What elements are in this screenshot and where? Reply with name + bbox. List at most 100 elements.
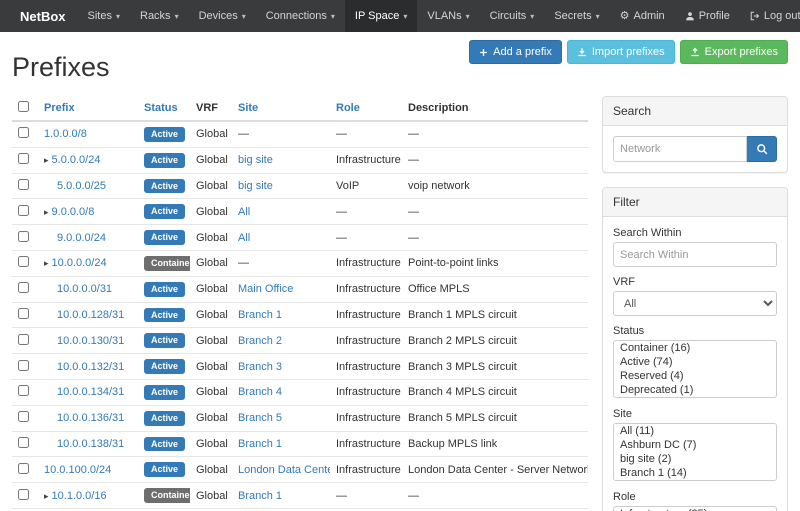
row-checkbox[interactable] xyxy=(18,282,29,293)
prefix-link[interactable]: 5.0.0.0/24 xyxy=(52,154,101,166)
row-checkbox[interactable] xyxy=(18,256,29,267)
site-link[interactable]: Branch 4 xyxy=(238,386,282,398)
status-filter-select[interactable]: Container (16)Active (74)Reserved (4)Dep… xyxy=(613,340,777,398)
column-sort-link-site[interactable]: Site xyxy=(238,102,258,114)
search-within-input[interactable] xyxy=(613,242,777,267)
filter-option-ashburn-dc-7[interactable]: Ashburn DC (7) xyxy=(614,438,776,452)
row-checkbox[interactable] xyxy=(18,489,29,500)
site-link[interactable]: All xyxy=(238,232,250,244)
status-badge: Active xyxy=(144,333,185,348)
site-link[interactable]: All xyxy=(238,206,250,218)
column-sort-link-role[interactable]: Role xyxy=(336,102,360,114)
filter-option-deprecated-1[interactable]: Deprecated (1) xyxy=(614,383,776,397)
expand-toggle-icon[interactable]: ▸ xyxy=(44,207,49,217)
nav-item-devices[interactable]: Devices▾ xyxy=(189,0,256,32)
site-link[interactable]: Branch 1 xyxy=(238,438,282,450)
site-link[interactable]: Branch 3 xyxy=(238,361,282,373)
table-row: ▸9.0.0.0/8ActiveGlobalAll—— xyxy=(12,199,588,225)
row-checkbox[interactable] xyxy=(18,334,29,345)
prefix-link[interactable]: 1.0.0.0/8 xyxy=(44,128,87,140)
filter-option-active-74[interactable]: Active (74) xyxy=(614,355,776,369)
column-sort-link-status[interactable]: Status xyxy=(144,102,178,114)
status-badge: Active xyxy=(144,385,185,400)
role-cell: Infrastructure xyxy=(330,405,402,431)
filter-option-infrastructure-25[interactable]: Infrastructure (25) xyxy=(614,507,776,511)
search-button[interactable] xyxy=(747,136,777,162)
site-link[interactable]: Branch 5 xyxy=(238,412,282,424)
row-checkbox[interactable] xyxy=(18,179,29,190)
site-link[interactable]: Branch 1 xyxy=(238,309,282,321)
prefix-link[interactable]: 9.0.0.0/8 xyxy=(52,206,95,218)
prefix-link[interactable]: 10.0.0.128/31 xyxy=(57,309,124,321)
table-row: ▸10.0.0.0/24ContainerGlobal—Infrastructu… xyxy=(12,250,588,276)
prefix-link[interactable]: 9.0.0.0/24 xyxy=(57,232,106,244)
prefix-link[interactable]: 10.0.0.134/31 xyxy=(57,386,124,398)
column-sort-link-prefix[interactable]: Prefix xyxy=(44,102,75,114)
column-header-status: Status xyxy=(138,96,190,121)
select-all-checkbox[interactable] xyxy=(18,101,29,112)
site-link[interactable]: Main Office xyxy=(238,283,293,295)
row-checkbox[interactable] xyxy=(18,205,29,216)
filter-option-all-11[interactable]: All (11) xyxy=(614,424,776,438)
nav-item-admin[interactable]: ⚙Admin xyxy=(610,0,675,32)
row-checkbox[interactable] xyxy=(18,308,29,319)
vrf-select[interactable]: All xyxy=(613,291,777,316)
filter-option-reserved-4[interactable]: Reserved (4) xyxy=(614,369,776,383)
filter-option-branch-1-14[interactable]: Branch 1 (14) xyxy=(614,466,776,480)
site-filter-select[interactable]: All (11)Ashburn DC (7)big site (2)Branch… xyxy=(613,423,777,481)
caret-icon: ▾ xyxy=(331,12,335,21)
nav-item-profile[interactable]: Profile xyxy=(675,0,740,32)
role-filter-select[interactable]: Infrastructure (25)Management (8)Private… xyxy=(613,506,777,511)
status-cell: Active xyxy=(138,276,190,302)
expand-toggle-icon[interactable]: ▸ xyxy=(44,258,49,268)
prefix-link[interactable]: 10.0.0.132/31 xyxy=(57,361,124,373)
nav-item-secrets[interactable]: Secrets▾ xyxy=(544,0,609,32)
nav-item-racks[interactable]: Racks▾ xyxy=(130,0,189,32)
prefix-link[interactable]: 5.0.0.0/25 xyxy=(57,180,106,192)
prefix-link[interactable]: 10.0.0.0/31 xyxy=(57,283,112,295)
expand-toggle-icon[interactable]: ▸ xyxy=(44,155,49,165)
filter-option-big-site-2[interactable]: big site (2) xyxy=(614,452,776,466)
nav-item-vlans[interactable]: VLANs▾ xyxy=(417,0,479,32)
status-badge: Active xyxy=(144,204,185,219)
row-checkbox[interactable] xyxy=(18,360,29,371)
site-link[interactable]: London Data Center xyxy=(238,464,330,476)
row-checkbox[interactable] xyxy=(18,437,29,448)
brand[interactable]: NetBox xyxy=(8,0,78,32)
caret-icon: ▾ xyxy=(596,12,600,21)
prefix-link[interactable]: 10.0.0.138/31 xyxy=(57,438,124,450)
nav-item-ip-space[interactable]: IP Space▾ xyxy=(345,0,417,32)
export-prefixes-button[interactable]: Export prefixes xyxy=(680,40,788,64)
import-icon xyxy=(577,47,587,57)
filter-option-branch-2-10[interactable]: Branch 2 (10) xyxy=(614,480,776,481)
filter-option-container-16[interactable]: Container (16) xyxy=(614,341,776,355)
row-checkbox[interactable] xyxy=(18,231,29,242)
nav-item-connections[interactable]: Connections▾ xyxy=(256,0,345,32)
status-cell: Active xyxy=(138,405,190,431)
prefix-link[interactable]: 10.0.0.0/24 xyxy=(52,257,107,269)
prefix-link[interactable]: 10.0.0.130/31 xyxy=(57,335,124,347)
prefix-link[interactable]: 10.0.0.136/31 xyxy=(57,412,124,424)
prefix-link[interactable]: 10.0.100.0/24 xyxy=(44,464,111,476)
row-checkbox[interactable] xyxy=(18,153,29,164)
search-within-label: Search Within xyxy=(613,227,777,239)
row-checkbox[interactable] xyxy=(18,411,29,422)
search-input[interactable] xyxy=(613,136,747,162)
row-checkbox[interactable] xyxy=(18,127,29,138)
nav-item-circuits[interactable]: Circuits▾ xyxy=(480,0,545,32)
expand-toggle-icon[interactable]: ▸ xyxy=(44,491,49,501)
nav-item-sites[interactable]: Sites▾ xyxy=(78,0,130,32)
nav-item-log-out[interactable]: Log out xyxy=(740,0,800,32)
site-link[interactable]: big site xyxy=(238,180,273,192)
site-link[interactable]: Branch 2 xyxy=(238,335,282,347)
row-checkbox[interactable] xyxy=(18,385,29,396)
import-prefixes-button[interactable]: Import prefixes xyxy=(567,40,675,64)
row-checkbox[interactable] xyxy=(18,463,29,474)
site-link[interactable]: Branch 1 xyxy=(238,490,282,502)
prefix-link[interactable]: 10.1.0.0/16 xyxy=(52,490,107,502)
row-select-cell xyxy=(12,250,38,276)
add-a-prefix-button[interactable]: Add a prefix xyxy=(469,40,562,64)
prefix-cell: 10.0.0.134/31 xyxy=(38,379,138,405)
site-link[interactable]: big site xyxy=(238,154,273,166)
prefix-cell: 10.0.0.132/31 xyxy=(38,354,138,380)
